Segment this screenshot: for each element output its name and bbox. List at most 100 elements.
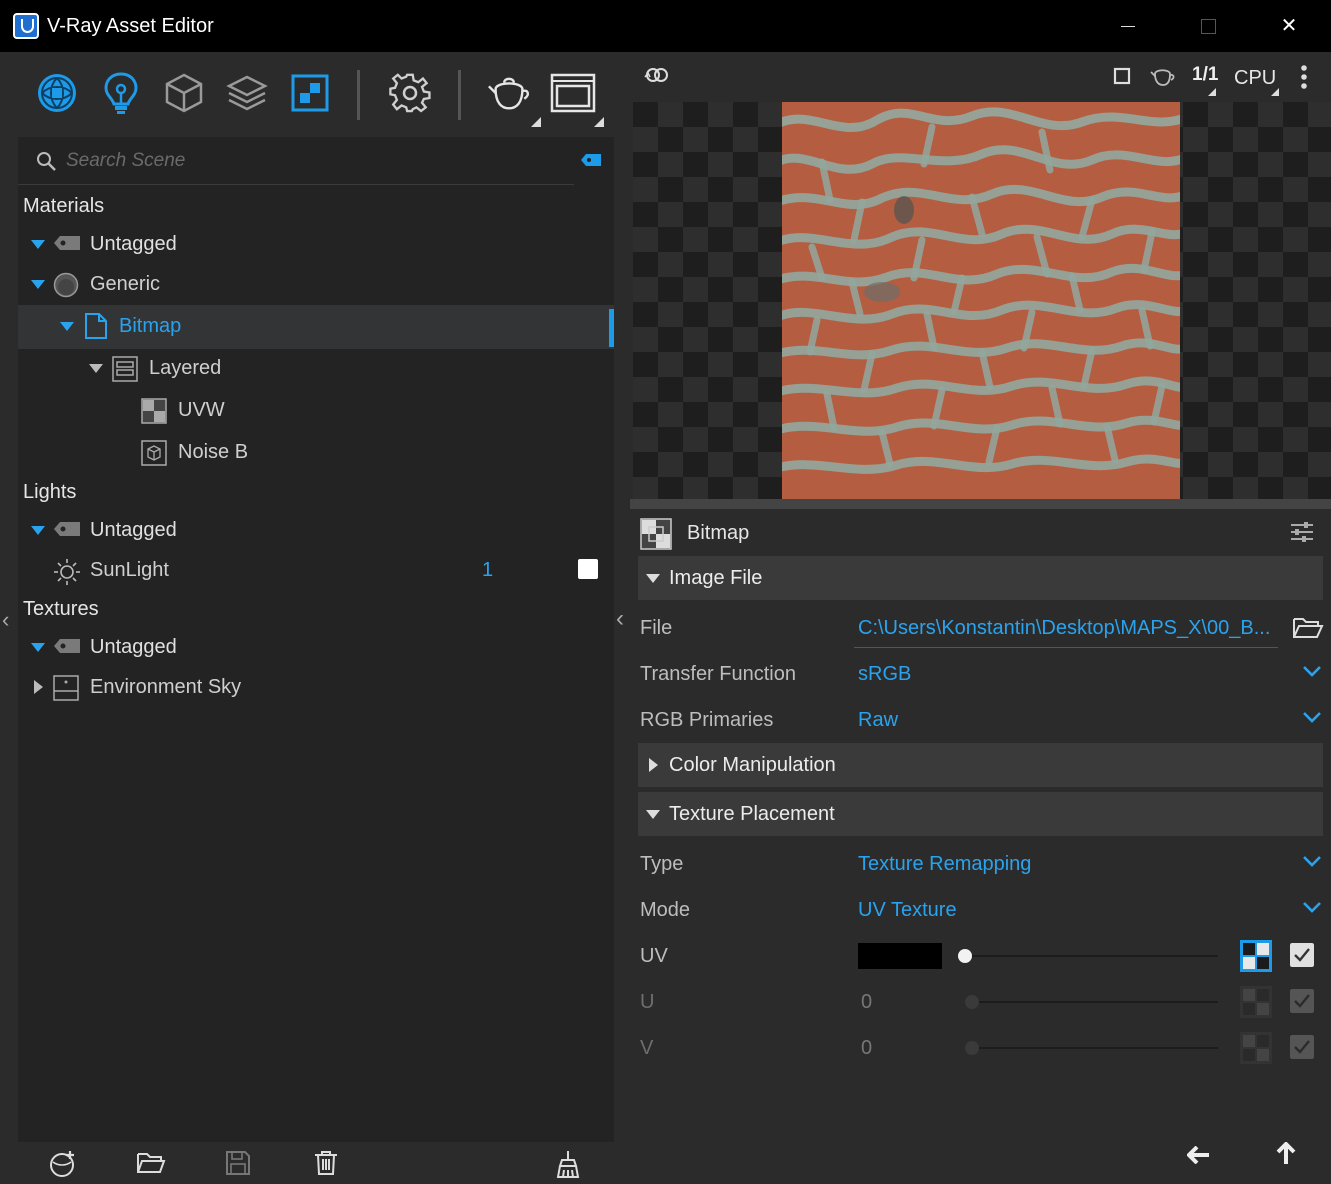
geometry-icon[interactable]: [161, 70, 207, 116]
up-arrow-icon[interactable]: [1276, 1142, 1296, 1166]
render-elements-icon[interactable]: [224, 70, 270, 116]
prop-type[interactable]: Type Texture Remapping: [630, 841, 1331, 885]
uv-texture-slot-icon[interactable]: [1240, 940, 1272, 972]
v-slider-track[interactable]: [968, 1047, 1218, 1049]
browse-folder-icon[interactable]: [1292, 615, 1324, 641]
maximize-button[interactable]: [1193, 12, 1223, 40]
chevron-down-icon[interactable]: [1302, 665, 1322, 677]
expand-arrow-icon[interactable]: [31, 526, 45, 535]
options-sliders-icon[interactable]: [1290, 521, 1314, 543]
uv-slider-track[interactable]: [960, 955, 1218, 957]
chevron-down-icon[interactable]: [1302, 711, 1322, 723]
prop-file: File C:\Users\Konstantin\Desktop\MAPS_X\…: [630, 605, 1331, 649]
tree-item-uvw[interactable]: UVW: [18, 391, 614, 431]
tree-item-label: Noise B: [178, 441, 249, 463]
properties-header: Bitmap: [630, 509, 1331, 555]
settings-icon[interactable]: [387, 70, 433, 116]
collapse-properties-arrow-icon[interactable]: ‹: [616, 605, 624, 633]
tree-item-environment-sky[interactable]: Environment Sky: [18, 668, 614, 708]
uv-slider-knob[interactable]: [958, 949, 972, 963]
v-value-field[interactable]: 0: [861, 1037, 872, 1060]
mode-dropdown[interactable]: UV Texture: [858, 899, 957, 922]
bitmap-texture-preview: [782, 102, 1180, 499]
preview-scene-teapot-icon[interactable]: [1150, 65, 1176, 87]
tree-item-label: Untagged: [90, 519, 177, 541]
light-enabled-checkbox[interactable]: [578, 559, 598, 579]
expand-arrow-icon[interactable]: [31, 240, 45, 249]
textures-icon[interactable]: [287, 70, 333, 116]
tree-item-noise[interactable]: Noise B: [18, 433, 614, 473]
render-interactive-icon[interactable]: [486, 70, 532, 116]
search-icon: [37, 152, 56, 171]
tree-item-sunlight[interactable]: SunLight 1: [18, 551, 614, 591]
prop-rgb-primaries[interactable]: RGB Primaries Raw: [630, 697, 1331, 741]
prop-mode[interactable]: Mode UV Texture: [630, 887, 1331, 931]
back-arrow-icon[interactable]: [1187, 1146, 1211, 1164]
u-value-field[interactable]: 0: [861, 991, 872, 1014]
uv-color-swatch[interactable]: [858, 943, 942, 969]
collapse-left-arrow-icon[interactable]: ‹: [2, 607, 9, 633]
toolbar-separator: [458, 70, 461, 120]
tag-icon: [54, 522, 80, 536]
sync-preview-icon[interactable]: [644, 65, 670, 85]
expand-arrow-icon[interactable]: [31, 643, 45, 652]
transfer-function-dropdown[interactable]: sRGB: [858, 663, 911, 686]
more-options-icon[interactable]: [1300, 64, 1308, 90]
uv-enabled-checkbox[interactable]: [1290, 943, 1314, 967]
tree-item-lights-untagged[interactable]: Untagged: [18, 511, 614, 551]
preview-and-properties-panel: 1/1 CPU Bitmap Image File File C:\Users\…: [616, 52, 1331, 1184]
group-texture-placement[interactable]: Texture Placement: [638, 792, 1323, 836]
group-image-file[interactable]: Image File: [638, 556, 1323, 600]
outliner-panel: Materials Untagged Generic Bitmap Layere…: [0, 52, 630, 1184]
tree-item-label: Layered: [149, 357, 222, 379]
add-asset-icon[interactable]: [48, 1150, 78, 1178]
tree-item-textures-untagged[interactable]: Untagged: [18, 628, 614, 668]
tag-filter-icon[interactable]: [580, 153, 602, 167]
file-path-underline: [854, 647, 1278, 648]
expand-arrow-icon[interactable]: [34, 680, 43, 694]
v-texture-slot-icon[interactable]: [1240, 1032, 1272, 1064]
u-slider-track[interactable]: [968, 1001, 1218, 1003]
search-input[interactable]: [66, 147, 516, 175]
prop-label: U: [640, 991, 655, 1013]
vray-logo-icon: [13, 13, 39, 39]
rgb-primaries-dropdown[interactable]: Raw: [858, 709, 898, 732]
expand-arrow-icon[interactable]: [89, 364, 103, 373]
minimize-button[interactable]: [1113, 12, 1143, 40]
tree-item-layered[interactable]: Layered: [18, 349, 614, 389]
render-engine-label[interactable]: CPU: [1234, 67, 1276, 90]
chevron-down-icon[interactable]: [1302, 855, 1322, 867]
materials-icon[interactable]: [34, 70, 80, 116]
purge-unused-icon[interactable]: [554, 1150, 582, 1178]
u-texture-slot-icon[interactable]: [1240, 986, 1272, 1018]
preview-shape-icon[interactable]: [1113, 67, 1131, 85]
preview-toolbar: 1/1 CPU: [630, 52, 1331, 102]
v-enabled-checkbox[interactable]: [1290, 1035, 1314, 1059]
u-enabled-checkbox[interactable]: [1290, 989, 1314, 1013]
file-path-field[interactable]: C:\Users\Konstantin\Desktop\MAPS_X\00_B.…: [858, 617, 1270, 640]
expand-arrow-icon[interactable]: [31, 280, 45, 289]
close-button[interactable]: ✕: [1274, 12, 1304, 40]
group-label: Image File: [669, 567, 763, 589]
dropdown-corner-icon: [1271, 88, 1279, 96]
tree-item-materials-untagged[interactable]: Untagged: [18, 225, 614, 265]
delete-icon[interactable]: [314, 1150, 338, 1176]
prop-transfer-function[interactable]: Transfer Function sRGB: [630, 651, 1331, 695]
save-icon[interactable]: [225, 1150, 251, 1176]
prop-uv: UV: [630, 933, 1331, 977]
frame-buffer-icon[interactable]: [550, 70, 596, 116]
expand-arrow-icon[interactable]: [60, 322, 74, 331]
tree-item-generic[interactable]: Generic: [18, 265, 614, 305]
lights-icon[interactable]: [98, 70, 144, 116]
tree-item-bitmap[interactable]: Bitmap: [18, 305, 614, 349]
preview-resolution[interactable]: 1/1: [1192, 64, 1218, 86]
u-slider-knob[interactable]: [965, 995, 979, 1009]
layered-icon: [112, 356, 138, 382]
open-folder-icon[interactable]: [136, 1150, 166, 1176]
placement-type-dropdown[interactable]: Texture Remapping: [858, 853, 1031, 876]
preview-splitter[interactable]: [630, 499, 1331, 509]
v-slider-knob[interactable]: [965, 1041, 979, 1055]
chevron-down-icon[interactable]: [1302, 901, 1322, 913]
group-color-manipulation[interactable]: Color Manipulation: [638, 743, 1323, 787]
prop-label: File: [640, 617, 673, 639]
